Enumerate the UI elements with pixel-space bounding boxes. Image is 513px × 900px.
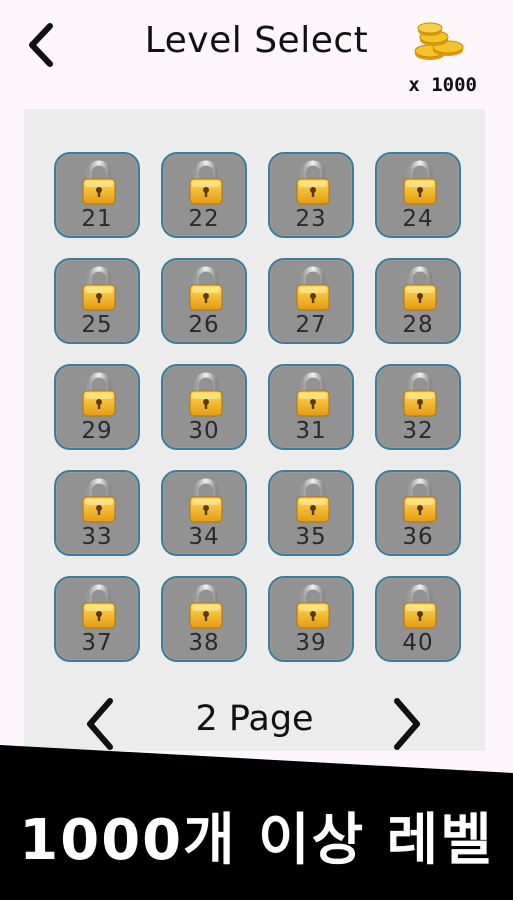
promo-banner-text: 1000개 이상 레벨 (19, 808, 494, 873)
lock-icon (82, 160, 116, 205)
lock-icon (296, 266, 330, 311)
chevron-right-icon (394, 698, 420, 750)
next-page-button[interactable] (387, 695, 427, 753)
level-number: 31 (295, 418, 327, 444)
lock-icon (82, 584, 116, 629)
level-tile[interactable]: 33 (54, 470, 140, 556)
level-tile[interactable]: 29 (54, 364, 140, 450)
lock-icon (403, 478, 437, 523)
level-number: 27 (295, 312, 327, 338)
level-grid: 21 22 23 24 25 26 27 28 29 30 31 32 33 3… (54, 152, 461, 662)
lock-icon (296, 372, 330, 417)
level-tile[interactable]: 39 (268, 576, 354, 662)
level-number: 28 (402, 312, 434, 338)
level-number: 32 (402, 418, 434, 444)
level-number: 29 (81, 418, 113, 444)
coin-count: x 1000 (408, 74, 477, 96)
level-number: 30 (188, 418, 220, 444)
level-number: 39 (295, 630, 327, 656)
lock-icon (189, 478, 223, 523)
level-tile[interactable]: 31 (268, 364, 354, 450)
level-tile[interactable]: 35 (268, 470, 354, 556)
level-panel: 21 22 23 24 25 26 27 28 29 30 31 32 33 3… (24, 109, 485, 751)
pager: 2 Page (24, 675, 485, 750)
level-tile[interactable]: 25 (54, 258, 140, 344)
lock-icon (189, 160, 223, 205)
level-tile[interactable]: 28 (375, 258, 461, 344)
level-number: 24 (402, 206, 434, 232)
lock-icon (403, 584, 437, 629)
level-tile[interactable]: 27 (268, 258, 354, 344)
level-number: 34 (188, 524, 220, 550)
level-number: 37 (81, 630, 113, 656)
level-tile[interactable]: 24 (375, 152, 461, 238)
lock-icon (82, 266, 116, 311)
lock-icon (296, 584, 330, 629)
level-number: 21 (81, 206, 113, 232)
level-tile[interactable]: 21 (54, 152, 140, 238)
lock-icon (403, 266, 437, 311)
lock-icon (82, 478, 116, 523)
level-tile[interactable]: 38 (161, 576, 247, 662)
level-number: 23 (295, 206, 327, 232)
level-tile[interactable]: 36 (375, 470, 461, 556)
lock-icon (189, 372, 223, 417)
level-number: 26 (188, 312, 220, 338)
lock-icon (189, 584, 223, 629)
level-tile[interactable]: 34 (161, 470, 247, 556)
lock-icon (189, 266, 223, 311)
level-number: 35 (295, 524, 327, 550)
level-tile[interactable]: 37 (54, 576, 140, 662)
level-tile[interactable]: 22 (161, 152, 247, 238)
lock-icon (403, 160, 437, 205)
lock-icon (82, 372, 116, 417)
level-number: 25 (81, 312, 113, 338)
coin-stack-icon (410, 20, 470, 64)
lock-icon (403, 372, 437, 417)
level-number: 22 (188, 206, 220, 232)
level-number: 40 (402, 630, 434, 656)
level-tile[interactable]: 23 (268, 152, 354, 238)
lock-icon (296, 478, 330, 523)
lock-icon (296, 160, 330, 205)
level-number: 36 (402, 524, 434, 550)
level-number: 38 (188, 630, 220, 656)
level-tile[interactable]: 40 (375, 576, 461, 662)
level-tile[interactable]: 32 (375, 364, 461, 450)
level-number: 33 (81, 524, 113, 550)
level-tile[interactable]: 26 (161, 258, 247, 344)
level-tile[interactable]: 30 (161, 364, 247, 450)
